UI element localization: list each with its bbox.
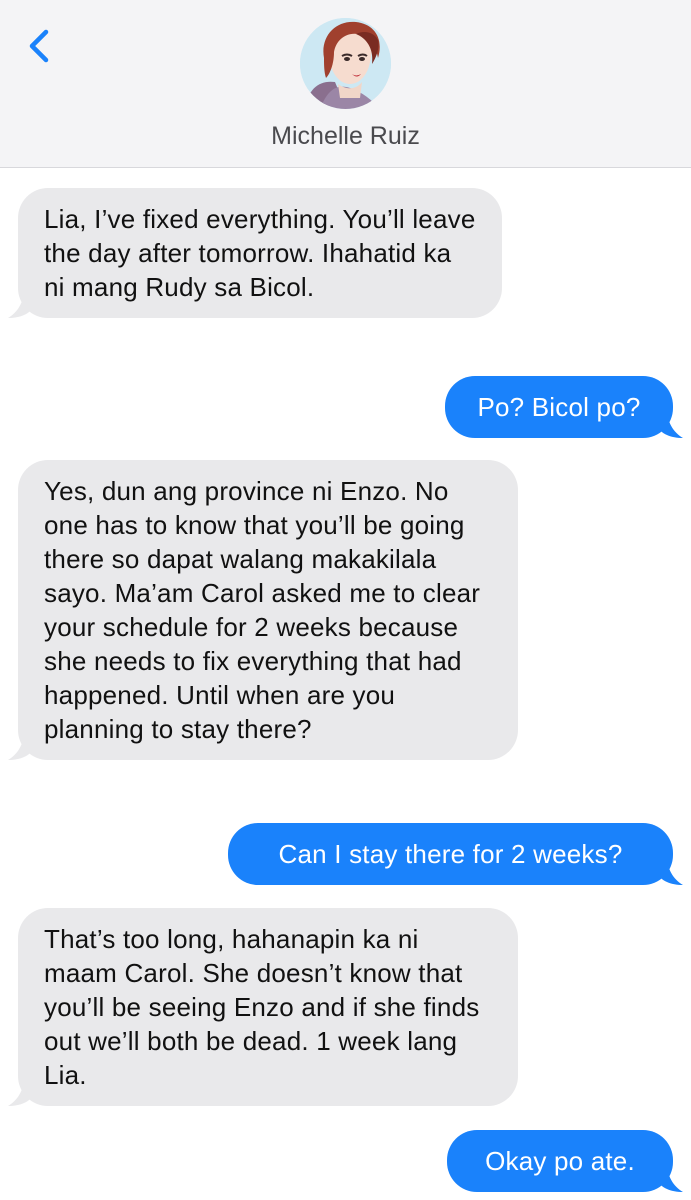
conversation-header: Michelle Ruiz bbox=[0, 0, 691, 168]
bubble-tail bbox=[8, 730, 34, 760]
message-bubble-incoming[interactable]: That’s too long, hahanapin ka ni maam Ca… bbox=[8, 908, 518, 1106]
contact-name[interactable]: Michelle Ruiz bbox=[0, 122, 691, 151]
bubble-tail bbox=[8, 1076, 34, 1106]
contact-avatar[interactable] bbox=[300, 18, 391, 109]
back-button[interactable] bbox=[20, 22, 60, 66]
message-text: Lia, I’ve fixed everything. You’ll leave… bbox=[44, 204, 476, 302]
bubble-tail bbox=[657, 408, 683, 438]
bubble-tail bbox=[657, 855, 683, 885]
message-bubble-outgoing[interactable]: Po? Bicol po? bbox=[445, 376, 683, 438]
message-text: Can I stay there for 2 weeks? bbox=[278, 839, 623, 869]
message-bubble-outgoing[interactable]: Okay po ate. bbox=[447, 1130, 683, 1192]
bubble-tail bbox=[8, 288, 34, 318]
message-text: That’s too long, hahanapin ka ni maam Ca… bbox=[44, 924, 480, 1090]
message-bubble-incoming[interactable]: Yes, dun ang province ni Enzo. No one ha… bbox=[8, 460, 518, 760]
message-bubble-incoming[interactable]: Lia, I’ve fixed everything. You’ll leave… bbox=[8, 188, 502, 318]
message-text: Okay po ate. bbox=[485, 1146, 635, 1176]
message-text: Po? Bicol po? bbox=[477, 392, 641, 422]
bubble-tail bbox=[657, 1162, 683, 1192]
avatar-portrait-icon bbox=[300, 18, 391, 109]
message-text: Yes, dun ang province ni Enzo. No one ha… bbox=[44, 476, 481, 744]
message-bubble-outgoing[interactable]: Can I stay there for 2 weeks? bbox=[228, 823, 683, 885]
message-thread: Lia, I’ve fixed everything. You’ll leave… bbox=[0, 168, 691, 1200]
chevron-left-icon bbox=[29, 29, 49, 63]
